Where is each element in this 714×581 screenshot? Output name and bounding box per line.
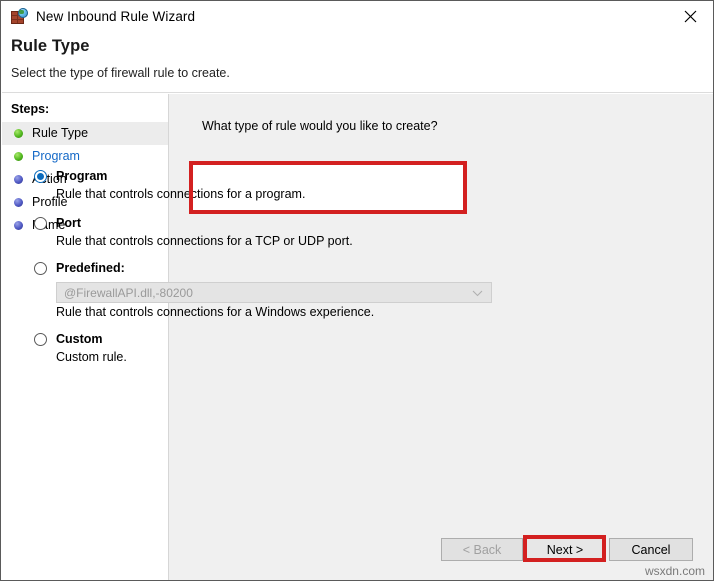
- radio-option-port[interactable]: Port Rule that controls connections for …: [34, 216, 353, 248]
- step-bullet-icon: [14, 152, 23, 161]
- radio-predefined[interactable]: [34, 262, 47, 275]
- predefined-description-wrap: Rule that controls connections for a Win…: [34, 305, 374, 319]
- firewall-globe-icon: [11, 8, 28, 25]
- option-description: Rule that controls connections for a Win…: [56, 305, 374, 319]
- predefined-dropdown-value: @FirewallAPI.dll,-80200: [64, 286, 193, 300]
- title-bar: New Inbound Rule Wizard: [1, 1, 713, 31]
- radio-port[interactable]: [34, 217, 47, 230]
- step-bullet-icon: [14, 175, 23, 184]
- option-title: Predefined:: [56, 261, 125, 275]
- sidebar-item-rule-type[interactable]: Rule Type: [2, 122, 168, 145]
- page-title: Rule Type: [11, 37, 90, 56]
- option-title: Custom: [56, 332, 103, 346]
- sidebar-item-program[interactable]: Program: [2, 145, 168, 168]
- option-title: Program: [56, 169, 107, 183]
- step-bullet-icon: [14, 198, 23, 207]
- close-icon[interactable]: [667, 1, 713, 31]
- predefined-dropdown[interactable]: @FirewallAPI.dll,-80200: [56, 282, 492, 303]
- radio-option-predefined[interactable]: Predefined:: [34, 261, 125, 275]
- window-title: New Inbound Rule Wizard: [36, 9, 195, 24]
- option-description: Rule that controls connections for a pro…: [56, 187, 305, 201]
- watermark: wsxdn.com: [645, 564, 705, 578]
- radio-option-custom[interactable]: Custom Custom rule.: [34, 332, 127, 364]
- radio-custom[interactable]: [34, 333, 47, 346]
- back-button[interactable]: < Back: [441, 538, 523, 561]
- sidebar-item-label: Program: [32, 150, 80, 163]
- option-description: Custom rule.: [56, 350, 127, 364]
- option-description: Rule that controls connections for a TCP…: [56, 234, 353, 248]
- step-bullet-icon: [14, 221, 23, 230]
- next-button[interactable]: Next >: [526, 538, 604, 561]
- radio-program[interactable]: [34, 170, 47, 183]
- cancel-button[interactable]: Cancel: [609, 538, 693, 561]
- question-text: What type of rule would you like to crea…: [202, 119, 438, 133]
- option-title: Port: [56, 216, 81, 230]
- sidebar-item-label: Rule Type: [32, 127, 88, 140]
- wizard-window: New Inbound Rule Wizard Rule Type Select…: [0, 0, 714, 581]
- wizard-header: Rule Type Select the type of firewall ru…: [2, 31, 713, 93]
- chevron-down-icon: [472, 284, 483, 302]
- step-bullet-icon: [14, 129, 23, 138]
- page-subtitle: Select the type of firewall rule to crea…: [11, 66, 230, 80]
- steps-heading: Steps:: [11, 102, 49, 116]
- radio-option-program[interactable]: Program Rule that controls connections f…: [34, 169, 305, 201]
